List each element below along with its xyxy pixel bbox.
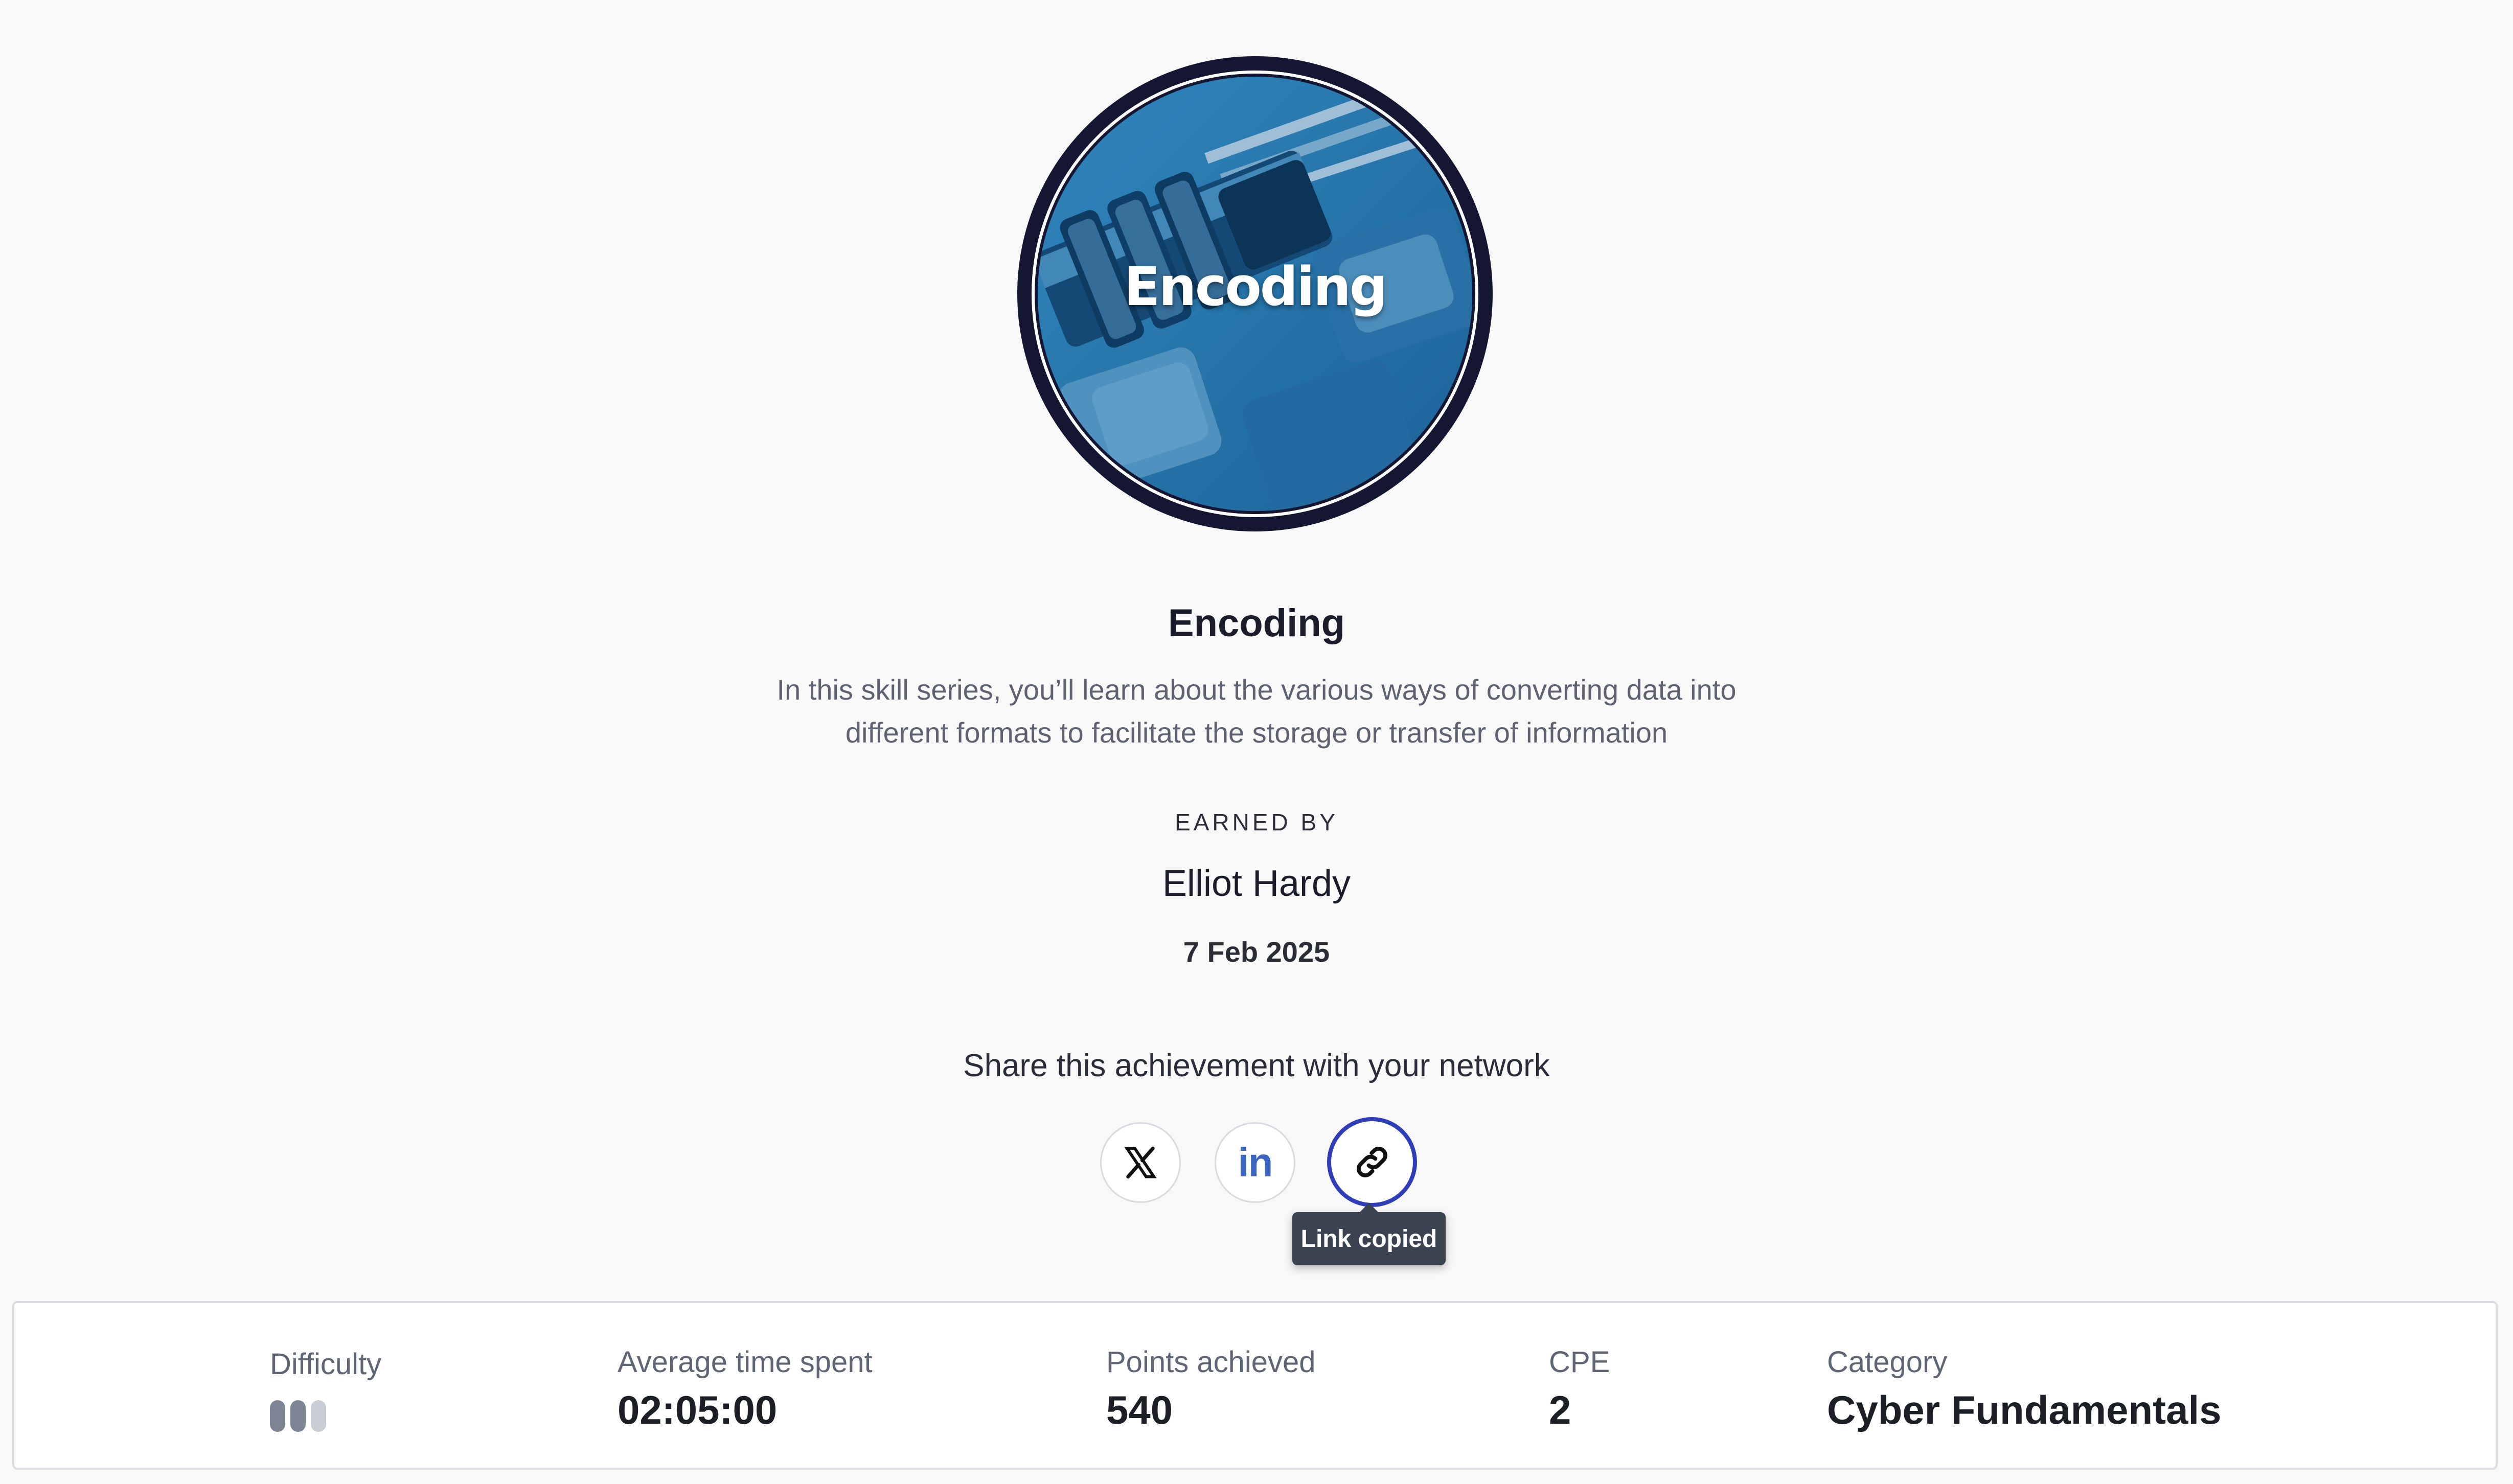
link-icon <box>1357 1147 1387 1177</box>
earned-date: 7 Feb 2025 <box>1183 936 1330 968</box>
difficulty-bar-1 <box>270 1400 285 1432</box>
difficulty-bar-2 <box>290 1400 306 1432</box>
achievement-description: In this skill series, you’ll learn about… <box>716 668 1797 754</box>
cpe-label: CPE <box>1549 1346 1610 1379</box>
description-line-1: In this skill series, you’ll learn about… <box>776 674 1737 706</box>
stats-bar: Difficulty Average time spent 02:05:00 P… <box>12 1301 2498 1470</box>
achievement-badge: Encoding <box>1017 56 1493 531</box>
difficulty-meter <box>270 1400 326 1432</box>
link-copied-tooltip: Link copied <box>1292 1203 1446 1265</box>
average-time-value: 02:05:00 <box>618 1387 778 1432</box>
share-heading: Share this achievement with your network <box>963 1048 1550 1083</box>
points-value: 540 <box>1106 1387 1173 1432</box>
difficulty-bar-3 <box>311 1400 326 1432</box>
points-label: Points achieved <box>1106 1346 1316 1379</box>
achievement-page: Encoding Encoding In this skill series, … <box>0 0 2513 1484</box>
average-time-label: Average time spent <box>618 1346 873 1379</box>
share-linkedin-button[interactable]: in <box>1215 1122 1295 1203</box>
linkedin-icon: in <box>1238 1140 1273 1185</box>
cpe-value: 2 <box>1549 1387 1571 1432</box>
share-x-button[interactable] <box>1100 1122 1181 1203</box>
description-line-2: different formats to facilitate the stor… <box>845 716 1668 749</box>
copy-link-button[interactable] <box>1327 1117 1417 1207</box>
earned-by-label: EARNED BY <box>1175 809 1338 836</box>
achievement-title: Encoding <box>1168 601 1345 645</box>
x-icon <box>1124 1146 1157 1179</box>
category-label: Category <box>1827 1346 1948 1379</box>
earner-name: Elliot Hardy <box>1162 863 1351 904</box>
badge-title: Encoding <box>1124 256 1388 318</box>
difficulty-label: Difficulty <box>270 1348 382 1381</box>
category-value: Cyber Fundamentals <box>1827 1387 2222 1432</box>
